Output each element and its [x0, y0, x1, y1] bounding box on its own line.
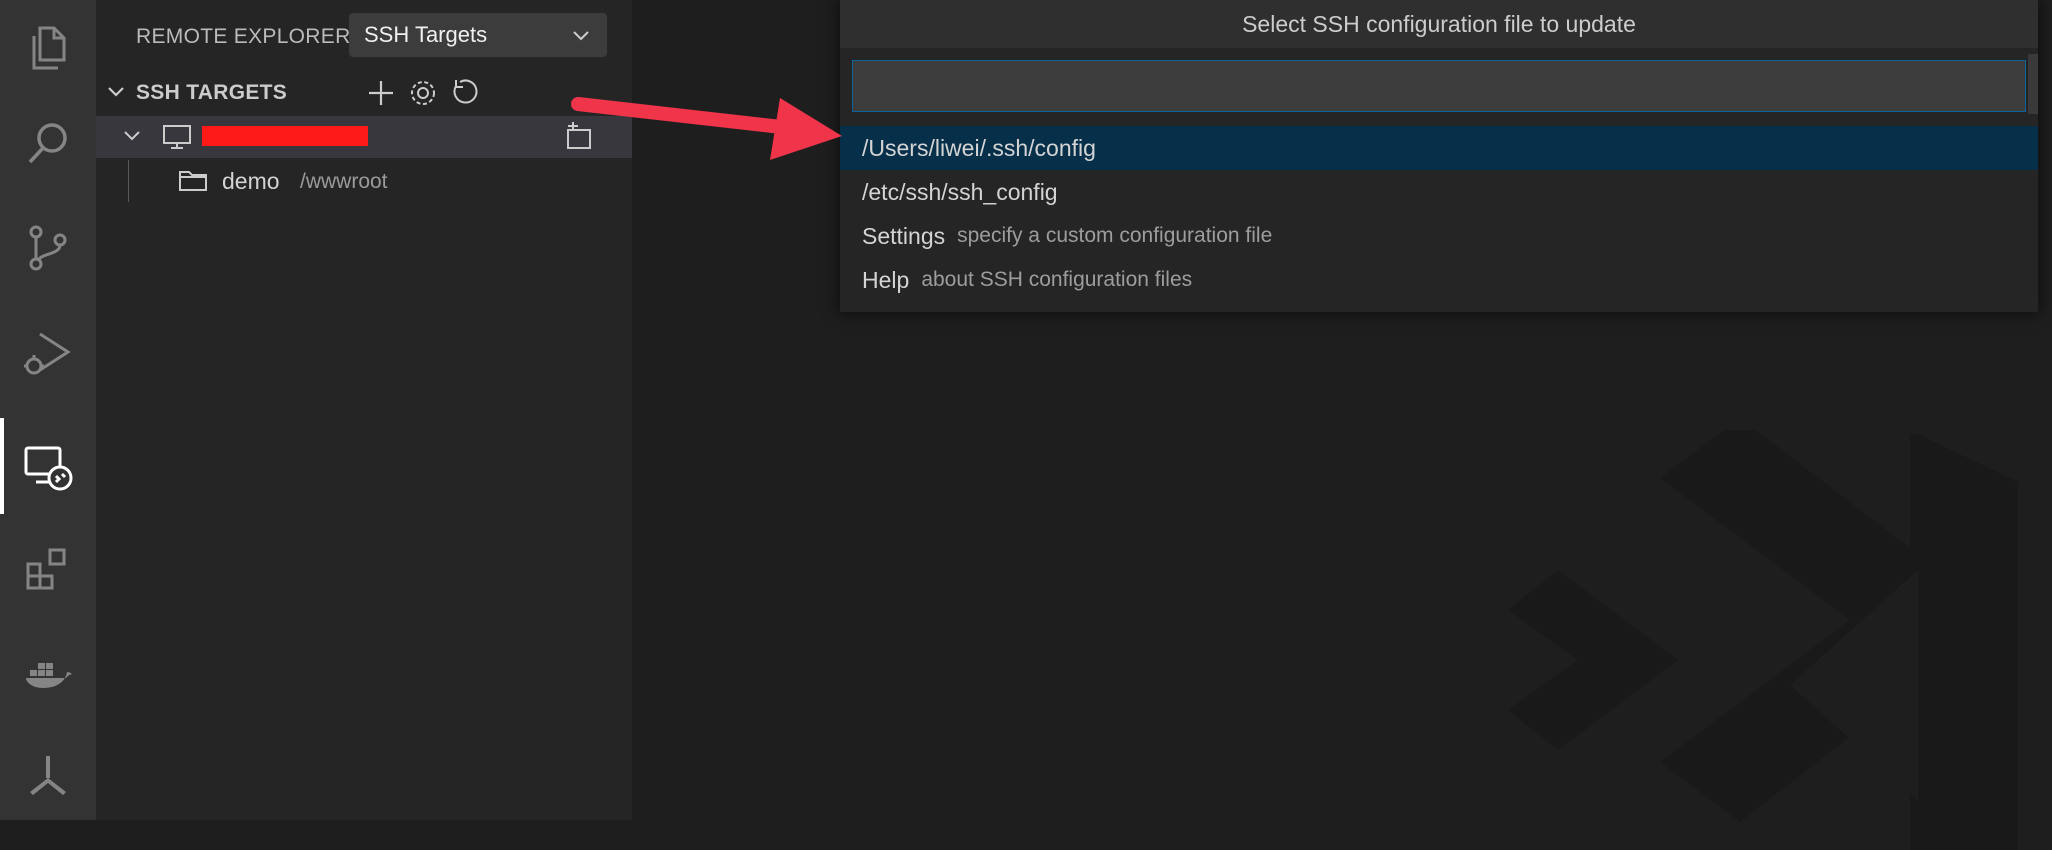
- quick-pick: Select SSH configuration file to update …: [840, 0, 2038, 312]
- chevron-down-icon[interactable]: [120, 124, 144, 148]
- target-type-value: SSH Targets: [364, 22, 488, 47]
- folder-path: /wwwroot: [300, 170, 388, 193]
- item-label: Help: [862, 266, 910, 293]
- monitor-icon: [163, 125, 191, 149]
- chevron-down-icon: [573, 31, 589, 41]
- gear-icon[interactable]: [406, 76, 440, 110]
- deploy-icon[interactable]: [0, 728, 96, 824]
- search-icon[interactable]: [0, 96, 96, 192]
- quick-pick-title: Select SSH configuration file to update: [840, 0, 2038, 48]
- chevron-down-icon[interactable]: [104, 80, 128, 104]
- source-control-icon[interactable]: [0, 200, 96, 296]
- ssh-target-row[interactable]: [96, 116, 632, 158]
- section-title: SSH TARGETS: [136, 81, 288, 104]
- item-label: /etc/ssh/ssh_config: [862, 178, 1058, 205]
- remote-explorer-icon[interactable]: [0, 418, 96, 514]
- run-debug-icon[interactable]: [0, 306, 96, 402]
- scrollbar[interactable]: [2028, 54, 2038, 114]
- target-type-select[interactable]: SSH Targets: [349, 13, 607, 57]
- extensions-icon[interactable]: [0, 520, 96, 616]
- add-icon[interactable]: [364, 76, 398, 110]
- docker-icon[interactable]: [0, 626, 96, 722]
- item-description: specify a custom configuration file: [957, 224, 1273, 247]
- item-label: /Users/liwei/.ssh/config: [862, 134, 1096, 161]
- folder-name: demo: [222, 168, 280, 194]
- quick-pick-item[interactable]: Settings specify a custom configuration …: [840, 214, 2038, 258]
- item-label: Settings: [862, 222, 946, 249]
- activity-bar: [0, 0, 96, 820]
- ssh-targets-section-header[interactable]: SSH TARGETS: [96, 72, 632, 112]
- vscode-logo-watermark: [1508, 430, 2018, 850]
- open-in-new-window-icon[interactable]: [562, 122, 594, 152]
- ssh-folder-row[interactable]: demo /wwwroot: [96, 160, 632, 202]
- quick-pick-input[interactable]: [852, 60, 2026, 112]
- quick-pick-item[interactable]: /Users/liwei/.ssh/config: [840, 126, 2038, 170]
- files-icon[interactable]: [0, 0, 96, 96]
- sidebar: REMOTE EXPLORER SSH Targets SSH TARGETS: [96, 0, 632, 820]
- folder-icon: [179, 171, 207, 191]
- redacted-host-name: [202, 126, 368, 146]
- sidebar-header: REMOTE EXPLORER: [136, 14, 351, 60]
- item-description: about SSH configuration files: [921, 268, 1193, 291]
- sidebar-title: REMOTE EXPLORER: [136, 25, 351, 48]
- quick-pick-item[interactable]: Help about SSH configuration files: [840, 258, 2038, 302]
- quick-pick-item[interactable]: /etc/ssh/ssh_config: [840, 170, 2038, 214]
- refresh-icon[interactable]: [448, 76, 482, 110]
